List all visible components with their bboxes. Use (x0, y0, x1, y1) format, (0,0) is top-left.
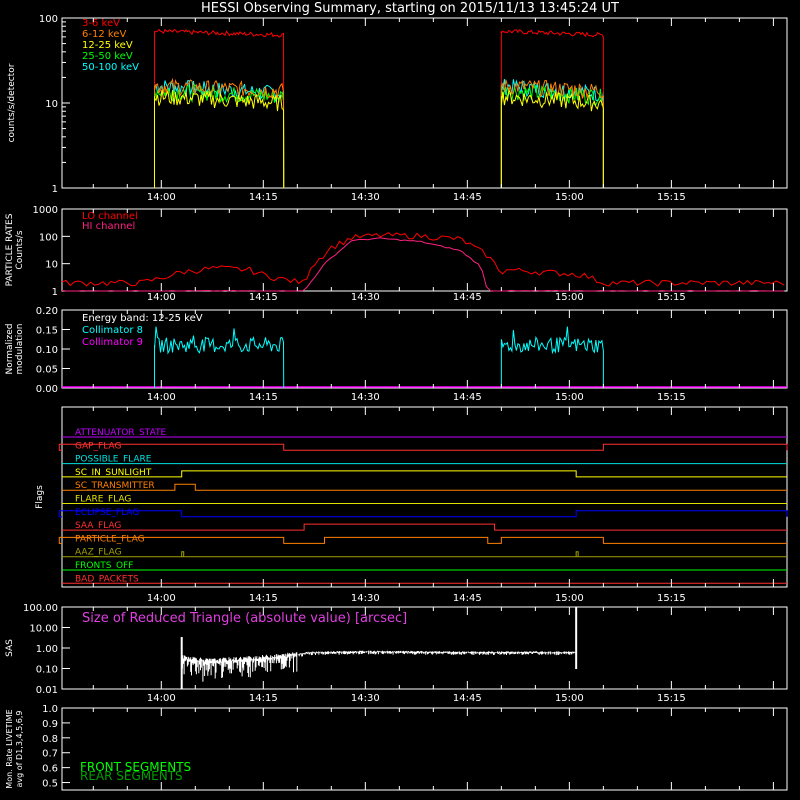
time-tick-label: 14:30 (351, 392, 380, 403)
sas-ylabel: SAS (5, 639, 15, 657)
flag-label: AAZ_FLAG (75, 548, 122, 558)
modulation-ylabel-line2: modulation (15, 324, 25, 375)
time-tick-label: 14:30 (351, 693, 380, 704)
time-tick-label: 14:15 (249, 392, 278, 403)
legend-entry: 6-12 keV (82, 29, 126, 40)
y-tick-label: 1.0 (42, 704, 58, 715)
flag-label: POSSIBLE_FLARE (75, 455, 152, 465)
flag-label: SAA_FLAG (75, 521, 121, 531)
y-tick-label: 0.10 (36, 345, 58, 356)
flag-label: FRONTS_OFF (75, 561, 133, 571)
particle-ylabel-line1: PARTICLE RATES (5, 213, 15, 286)
y-tick-label: 1.00 (36, 644, 58, 655)
legend-entry: Collimator 8 (82, 325, 143, 336)
observing-summary-figure: HESSI Observing Summary, starting on 201… (0, 0, 800, 800)
legend-entry: 12-25 keV (82, 40, 133, 51)
livetime-ylabel-line1: Mon. Rate LIVETIME (5, 709, 14, 788)
y-tick-label: 0.9 (42, 719, 58, 730)
time-tick-label: 14:15 (249, 292, 278, 303)
modulation-ylabel-line1: Normalized (5, 323, 15, 374)
legend-entry: 25-50 keV (82, 51, 133, 62)
time-tick-label: 15:00 (555, 392, 584, 403)
y-tick-label: 1000 (33, 205, 58, 216)
time-tick-label: 15:00 (555, 192, 584, 203)
time-tick-label: 15:15 (657, 292, 686, 303)
time-tick-label: 14:45 (453, 693, 482, 704)
time-tick-label: 14:15 (249, 593, 278, 604)
flag-label: GAP_FLAG (75, 441, 121, 451)
time-tick-label: 15:00 (555, 593, 584, 604)
time-tick-label: 15:15 (657, 693, 686, 704)
flag-label: ATTENUATOR_STATE (75, 428, 167, 438)
y-tick-label: 0.05 (36, 365, 58, 376)
figure-title: HESSI Observing Summary, starting on 201… (201, 1, 619, 16)
y-tick-label: 0.10 (36, 665, 58, 676)
flag-label: FLARE_FLAG (75, 495, 131, 505)
time-tick-label: 15:15 (657, 192, 686, 203)
time-tick-label: 14:45 (453, 392, 482, 403)
time-tick-label: 15:00 (555, 292, 584, 303)
y-tick-label: 0.15 (36, 326, 58, 337)
legend-entry: HI channel (82, 221, 135, 232)
time-tick-label: 14:00 (147, 292, 176, 303)
legend-entry: Collimator 9 (82, 337, 143, 348)
time-tick-label: 14:45 (453, 192, 482, 203)
time-tick-label: 14:15 (249, 192, 278, 203)
y-tick-label: 0.6 (42, 764, 58, 775)
y-tick-label: 10 (45, 260, 58, 271)
y-tick-label: 100 (39, 14, 58, 25)
legend-entry: 3-6 keV (82, 18, 120, 29)
y-tick-label: 0.00 (36, 384, 58, 395)
y-tick-label: 10.00 (29, 624, 58, 635)
sas-annotation: Size of Reduced Triangle (absolute value… (82, 611, 407, 626)
flag-label: BAD_PACKETS (75, 574, 139, 584)
y-tick-label: 10 (45, 99, 58, 110)
time-tick-label: 15:00 (555, 693, 584, 704)
time-tick-label: 14:15 (249, 693, 278, 704)
particle-ylabel-line2: Counts/s (15, 230, 25, 269)
flags-ylabel: Flags (35, 485, 45, 509)
y-tick-label: 0.20 (36, 306, 58, 317)
flag-label: PARTICLE_FLAG (75, 534, 145, 544)
counts-ylabel: counts/s/detector (7, 63, 17, 142)
time-tick-label: 15:15 (657, 593, 686, 604)
time-tick-label: 15:15 (657, 392, 686, 403)
y-tick-label: 1 (52, 184, 58, 195)
flag-label: SC_TRANSMITTER (75, 481, 155, 491)
legend-entry: 50-100 keV (82, 62, 139, 73)
livetime-ylabel-line2: avg of D1,3,4,5,6,9 (15, 711, 24, 788)
y-tick-label: 0.5 (42, 779, 58, 790)
time-tick-label: 14:00 (147, 392, 176, 403)
flag-label: SC_IN_SUNLIGHT (75, 468, 152, 478)
time-tick-label: 14:30 (351, 593, 380, 604)
y-tick-label: 1 (52, 287, 58, 298)
time-tick-label: 14:00 (147, 593, 176, 604)
time-tick-label: 14:45 (453, 292, 482, 303)
legend-entry: REAR SEGMENTS (80, 769, 183, 783)
y-tick-label: 0.7 (42, 749, 58, 760)
y-tick-label: 100 (39, 232, 58, 243)
time-tick-label: 14:45 (453, 593, 482, 604)
energy-band-label: Energy band: 12-25 keV (82, 313, 203, 324)
flag-label: ECLIPSE_FLAG (75, 508, 139, 518)
y-tick-label: 0.8 (42, 734, 58, 745)
time-tick-label: 14:30 (351, 292, 380, 303)
time-tick-label: 14:00 (147, 192, 176, 203)
time-tick-label: 14:30 (351, 192, 380, 203)
y-tick-label: 0.01 (36, 685, 58, 696)
time-tick-label: 14:00 (147, 693, 176, 704)
y-tick-label: 100.00 (23, 603, 58, 614)
